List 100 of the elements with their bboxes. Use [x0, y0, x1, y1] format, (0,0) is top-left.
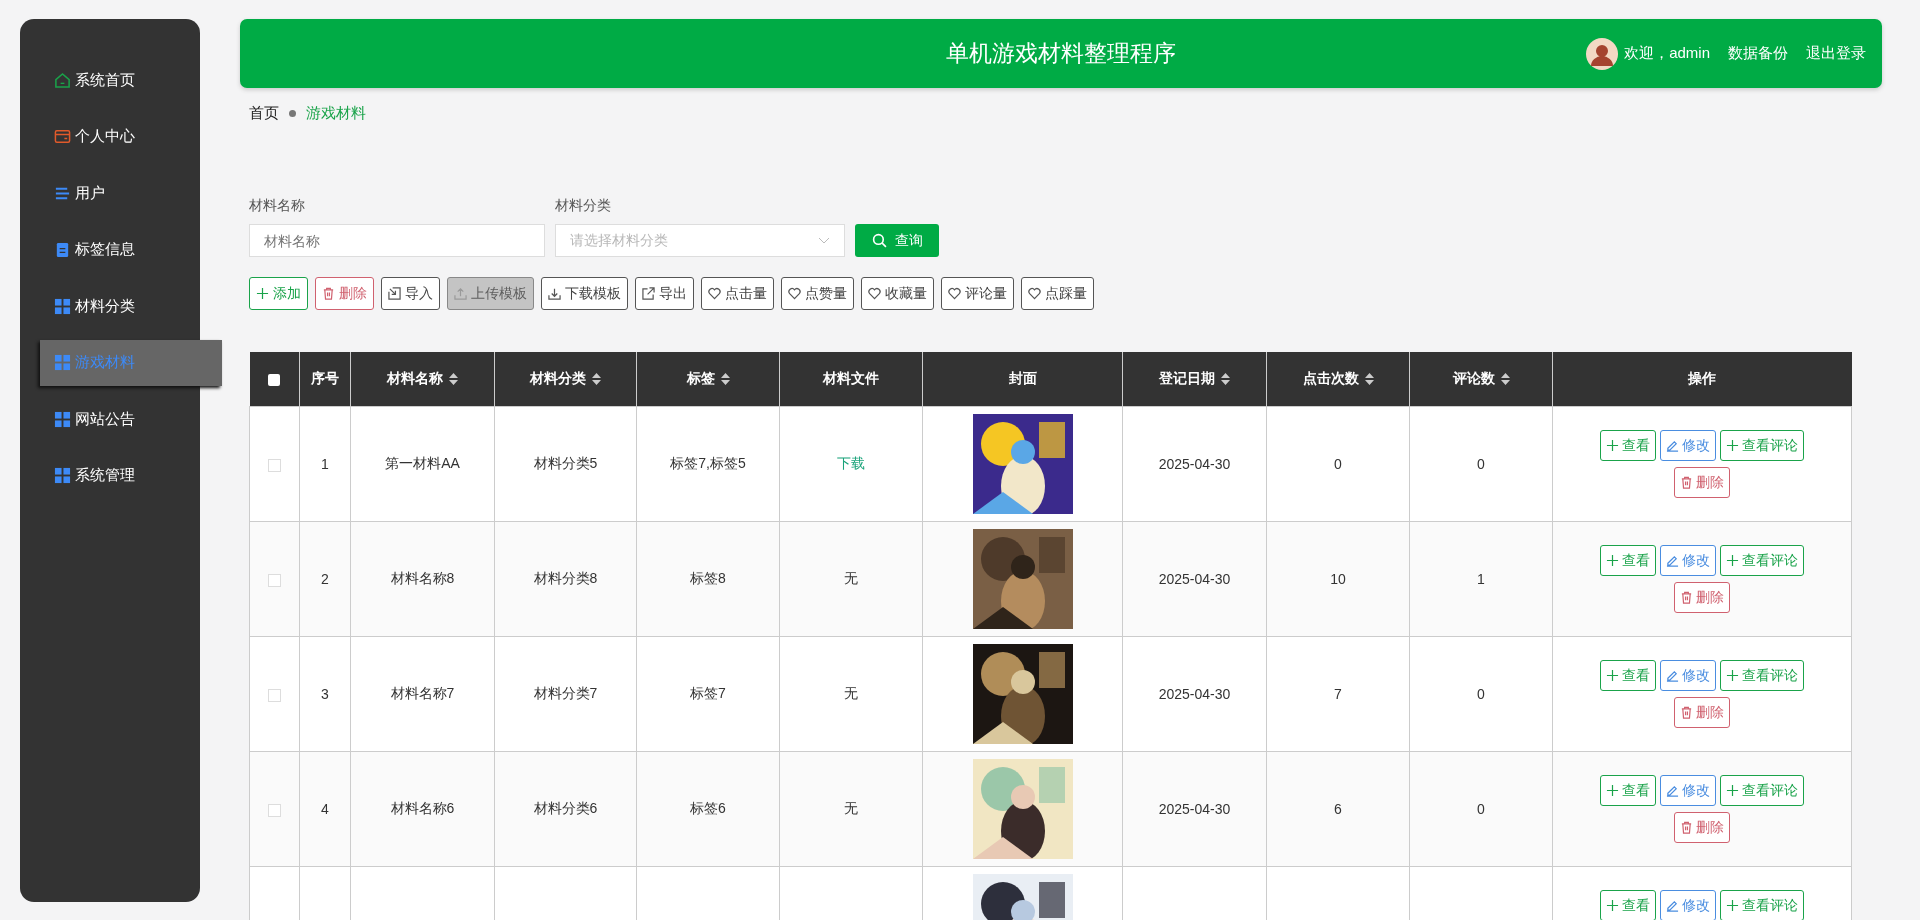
sort-icon[interactable]: [720, 373, 730, 385]
toolbar-button[interactable]: 导出: [635, 277, 694, 310]
toolbar-button[interactable]: 下载模板: [541, 277, 628, 310]
wallet-icon: [54, 128, 71, 145]
column-title: 点击次数: [1302, 370, 1359, 388]
home-icon: [54, 71, 71, 89]
grid-icon: [54, 297, 71, 315]
sort-icon[interactable]: [1221, 373, 1230, 385]
plus-icon: [1606, 784, 1619, 797]
view-button[interactable]: 查看评论: [1720, 430, 1804, 461]
trash-icon: [322, 287, 335, 300]
breadcrumb-item[interactable]: 游戏材料: [306, 104, 366, 123]
plus-icon: [1726, 439, 1739, 452]
sidebar-item[interactable]: 个人中心: [20, 113, 200, 160]
sort-icon[interactable]: [1364, 373, 1374, 385]
app-title: 单机游戏材料整理程序: [946, 39, 1176, 68]
plus-icon: [1606, 669, 1619, 682]
toolbar-button[interactable]: 点踩量: [1021, 277, 1094, 310]
welcome-text: 欢迎，admin: [1624, 44, 1710, 63]
sidebar-item[interactable]: 标签信息: [20, 226, 200, 273]
input-field[interactable]: 材料名称: [249, 224, 545, 257]
column-title: 序号: [311, 370, 339, 388]
filter-label: 材料名称: [249, 197, 306, 215]
table-cell: 无: [844, 570, 858, 586]
toolbar-button[interactable]: 点赞量: [781, 277, 854, 310]
table-cell: 2025-04-30: [1158, 801, 1231, 817]
table-cell: 2025-04-30: [1158, 571, 1231, 587]
select-field[interactable]: 请选择材料分类: [555, 224, 845, 257]
column-title: 登记日期: [1159, 370, 1215, 388]
view-button[interactable]: 查看: [1600, 430, 1656, 461]
toolbar-button[interactable]: 添加: [249, 277, 308, 310]
row-checkbox[interactable]: [268, 573, 281, 587]
row-checkbox[interactable]: [268, 688, 281, 702]
delete-button[interactable]: 删除: [1674, 467, 1730, 498]
sidebar-item[interactable]: 网站公告: [20, 396, 200, 442]
pencil-icon: [1666, 439, 1679, 452]
delete-button[interactable]: 删除: [1674, 582, 1730, 613]
edit-button[interactable]: 修改: [1660, 660, 1716, 691]
delete-button[interactable]: 删除: [1674, 812, 1730, 843]
toolbar-button[interactable]: 收藏量: [861, 277, 934, 310]
chevron-down-icon: [818, 236, 830, 245]
heart-icon: [1028, 287, 1041, 300]
column-title: 评论数: [1452, 370, 1495, 388]
table-cell: 标签6: [690, 800, 726, 816]
breadcrumb-item[interactable]: 首页: [249, 104, 279, 123]
view-button[interactable]: 查看评论: [1720, 545, 1804, 576]
view-button[interactable]: 查看评论: [1720, 775, 1804, 806]
view-button[interactable]: 查看: [1600, 660, 1656, 691]
toolbar-button[interactable]: 评论量: [941, 277, 1014, 310]
grid-icon: [54, 467, 71, 484]
toolbar-button[interactable]: 点击量: [701, 277, 774, 310]
edit-button[interactable]: 修改: [1660, 890, 1716, 920]
pencil-icon: [1666, 784, 1679, 797]
table-cell: 0: [1477, 456, 1485, 472]
row-checkbox[interactable]: [268, 803, 281, 817]
toolbar-button[interactable]: 导入: [381, 277, 440, 310]
edit-button[interactable]: 修改: [1660, 775, 1716, 806]
header-link[interactable]: 数据备份: [1728, 44, 1788, 63]
breadcrumb-separator: [289, 110, 296, 117]
sidebar-item[interactable]: 材料分类: [20, 283, 200, 329]
view-button[interactable]: 查看: [1600, 545, 1656, 576]
table-cell: 10: [1330, 571, 1346, 587]
sidebar-item[interactable]: 用户: [20, 170, 200, 216]
upload-icon: [454, 287, 467, 300]
view-button[interactable]: 查看: [1600, 775, 1656, 806]
sidebar-item[interactable]: 系统管理: [20, 452, 200, 499]
header-link[interactable]: 退出登录: [1806, 44, 1866, 63]
table-cell: 材料分类7: [533, 685, 598, 701]
table-cell: 第一材料AA: [385, 455, 460, 471]
table-cell: 0: [1477, 801, 1485, 817]
table-cell: 1: [321, 456, 329, 472]
search-button[interactable]: 查询: [855, 224, 939, 257]
pencil-icon: [1666, 669, 1679, 682]
sort-icon[interactable]: [449, 373, 458, 385]
plus-icon: [1726, 669, 1739, 682]
clipboard-icon: [54, 241, 71, 258]
filter-label: 材料分类: [555, 197, 612, 215]
sidebar-item[interactable]: 系统首页: [20, 57, 200, 103]
edit-button[interactable]: 修改: [1660, 545, 1716, 576]
select-all-checkbox[interactable]: [268, 374, 281, 387]
heart-icon: [708, 287, 721, 300]
view-button[interactable]: 查看: [1600, 890, 1656, 920]
table-cell: 标签7,标签5: [670, 455, 746, 471]
avatar: [1586, 37, 1619, 70]
row-checkbox[interactable]: [268, 458, 281, 472]
edit-button[interactable]: 修改: [1660, 430, 1716, 461]
sort-icon[interactable]: [592, 373, 601, 385]
table-cell: 材料分类6: [533, 800, 598, 816]
pencil-icon: [1666, 899, 1679, 912]
heart-icon: [948, 287, 961, 300]
view-button[interactable]: 查看评论: [1720, 890, 1804, 920]
download-link[interactable]: 下载: [837, 455, 865, 471]
view-button[interactable]: 查看评论: [1720, 660, 1804, 691]
sort-icon[interactable]: [1500, 373, 1510, 385]
table-cell: 标签7: [690, 685, 726, 701]
column-title: 材料名称: [387, 370, 443, 388]
toolbar-button[interactable]: 删除: [315, 277, 374, 310]
delete-button[interactable]: 删除: [1674, 697, 1730, 728]
table-cell: 标签8: [690, 570, 726, 586]
table-cell: 1: [1477, 571, 1485, 587]
